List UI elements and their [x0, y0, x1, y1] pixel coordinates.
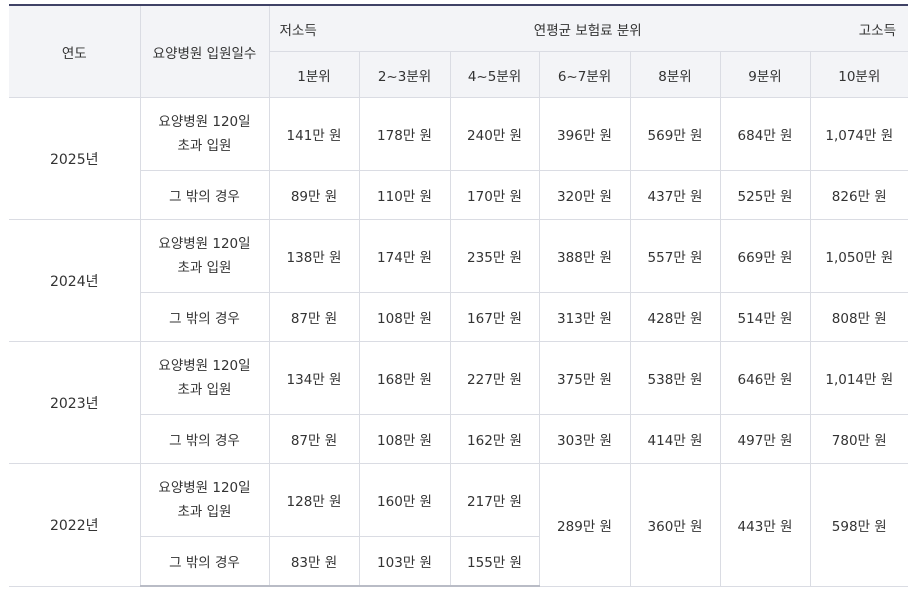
amount-cell: 388만 원: [538, 219, 631, 293]
copayment-ceiling-table: 연도 요양병원 입원일수 저소득 연평균 보험료 분위 고소득 1분위 2~3분…: [9, 4, 909, 587]
amount-cell: 808만 원: [809, 292, 909, 342]
amount-cell: 89만 원: [268, 170, 360, 220]
stay-label-line2: 초과 입원: [177, 382, 232, 398]
table-row: 그 밖의 경우 87만 원 108만 원 162만 원 303만 원 414만 …: [9, 414, 909, 464]
stay-label-line2: 초과 입원: [177, 260, 232, 276]
amount-cell: 514만 원: [719, 292, 811, 342]
header-low-income: 저소득: [279, 22, 317, 39]
amount-cell: 162만 원: [449, 414, 540, 464]
header-quantile: 1분위: [269, 51, 360, 98]
header-quantile: 10분위: [809, 51, 909, 98]
amount-cell: 303만 원: [538, 414, 631, 464]
amount-cell-merged: 360만 원: [629, 463, 721, 587]
table-row: 그 밖의 경우 89만 원 110만 원 170만 원 320만 원 437만 …: [9, 170, 909, 220]
stay-other-cell: 그 밖의 경우: [140, 170, 270, 220]
amount-cell: 1,074만 원: [809, 97, 909, 171]
amount-cell: 174만 원: [358, 219, 451, 293]
stay-label-line2: 초과 입원: [177, 138, 232, 154]
stay-label-line1: 요양병원 120일: [158, 114, 251, 130]
amount-cell: 227만 원: [449, 341, 540, 415]
stay-label-line1: 요양병원 120일: [158, 358, 251, 374]
stay-other-cell: 그 밖의 경우: [140, 414, 270, 464]
amount-cell: 557만 원: [629, 219, 721, 293]
header-quantile: 8분위: [629, 51, 721, 98]
stay-over-120-cell: 요양병원 120일초과 입원: [139, 97, 270, 171]
stay-over-120-cell: 요양병원 120일초과 입원: [139, 341, 270, 415]
table-row: 2022년 요양병원 120일초과 입원 128만 원 160만 원 217만 …: [9, 463, 909, 587]
amount-cell: 437만 원: [629, 170, 721, 220]
amount-cell: 155만 원: [449, 536, 539, 587]
amount-cell: 108만 원: [358, 414, 451, 464]
amount-cell: 538만 원: [629, 341, 721, 415]
header-quantile-group: 저소득 연평균 보험료 분위 고소득: [268, 4, 909, 52]
amount-cell: 160만 원: [358, 463, 451, 537]
amount-cell: 167만 원: [449, 292, 540, 342]
amount-cell: 108만 원: [358, 292, 451, 342]
amount-cell: 83만 원: [268, 536, 360, 587]
year-cell: 2023년: [9, 341, 141, 464]
amount-cell: 138만 원: [268, 219, 360, 293]
amount-cell: 134만 원: [268, 341, 360, 415]
amount-cell: 428만 원: [629, 292, 721, 342]
amount-cell: 170만 원: [449, 170, 540, 220]
table-row: 2025년 요양병원 120일초과 입원 141만 원 178만 원 240만 …: [9, 97, 909, 220]
amount-cell: 1,014만 원: [809, 341, 909, 415]
year-cell: 2024년: [9, 219, 141, 342]
amount-cell: 375만 원: [538, 341, 631, 415]
amount-cell: 1,050만 원: [809, 219, 909, 293]
amount-cell-merged: 443만 원: [719, 463, 811, 587]
header-quantile: 9분위: [719, 51, 811, 98]
year-cell: 2025년: [9, 97, 141, 220]
stay-over-120-cell: 요양병원 120일초과 입원: [139, 463, 270, 537]
amount-cell: 235만 원: [449, 219, 540, 293]
amount-cell: 396만 원: [538, 97, 631, 171]
header-quantile-title: 연평균 보험료 분위: [533, 22, 642, 39]
stay-other-cell: 그 밖의 경우: [140, 292, 270, 342]
header-quantile: 6~7분위: [538, 51, 631, 98]
table-row: 그 밖의 경우 87만 원 108만 원 167만 원 313만 원 428만 …: [9, 292, 909, 342]
stay-label-line1: 요양병원 120일: [158, 236, 251, 252]
amount-cell: 103만 원: [358, 536, 451, 587]
table-row: 2024년 요양병원 120일초과 입원 138만 원 174만 원 235만 …: [9, 219, 909, 342]
header-quantile: 2~3분위: [358, 51, 451, 98]
amount-cell: 87만 원: [268, 414, 360, 464]
amount-cell: 240만 원: [449, 97, 540, 171]
amount-cell: 826만 원: [809, 170, 909, 220]
amount-cell: 320만 원: [538, 170, 631, 220]
amount-cell: 110만 원: [358, 170, 451, 220]
amount-cell: 168만 원: [358, 341, 451, 415]
amount-cell: 87만 원: [268, 292, 360, 342]
amount-cell: 217만 원: [449, 463, 540, 537]
table-row: 2023년 요양병원 120일초과 입원 134만 원 168만 원 227만 …: [9, 341, 909, 464]
amount-cell: 684만 원: [719, 97, 811, 171]
amount-cell: 646만 원: [719, 341, 811, 415]
stay-other-cell: 그 밖의 경우: [140, 536, 270, 587]
amount-cell-merged: 289만 원: [538, 463, 631, 587]
amount-cell: 669만 원: [719, 219, 811, 293]
amount-cell: 128만 원: [268, 463, 360, 537]
amount-cell: 178만 원: [358, 97, 451, 171]
amount-cell: 780만 원: [809, 414, 909, 464]
year-cell: 2022년: [9, 463, 141, 587]
amount-cell: 497만 원: [719, 414, 811, 464]
header-quantile: 4~5분위: [449, 51, 540, 98]
amount-cell-merged: 598만 원: [809, 463, 909, 587]
amount-cell: 414만 원: [629, 414, 721, 464]
amount-cell: 525만 원: [719, 170, 811, 220]
amount-cell: 569만 원: [629, 97, 721, 171]
stay-label-line1: 요양병원 120일: [158, 480, 251, 496]
header-year: 연도: [9, 4, 141, 98]
stay-over-120-cell: 요양병원 120일초과 입원: [139, 219, 270, 293]
header-high-income: 고소득: [858, 22, 897, 39]
amount-cell: 313만 원: [538, 292, 631, 342]
stay-label-line2: 초과 입원: [177, 504, 232, 520]
amount-cell: 141만 원: [268, 97, 360, 171]
header-stay-days: 요양병원 입원일수: [139, 4, 270, 98]
